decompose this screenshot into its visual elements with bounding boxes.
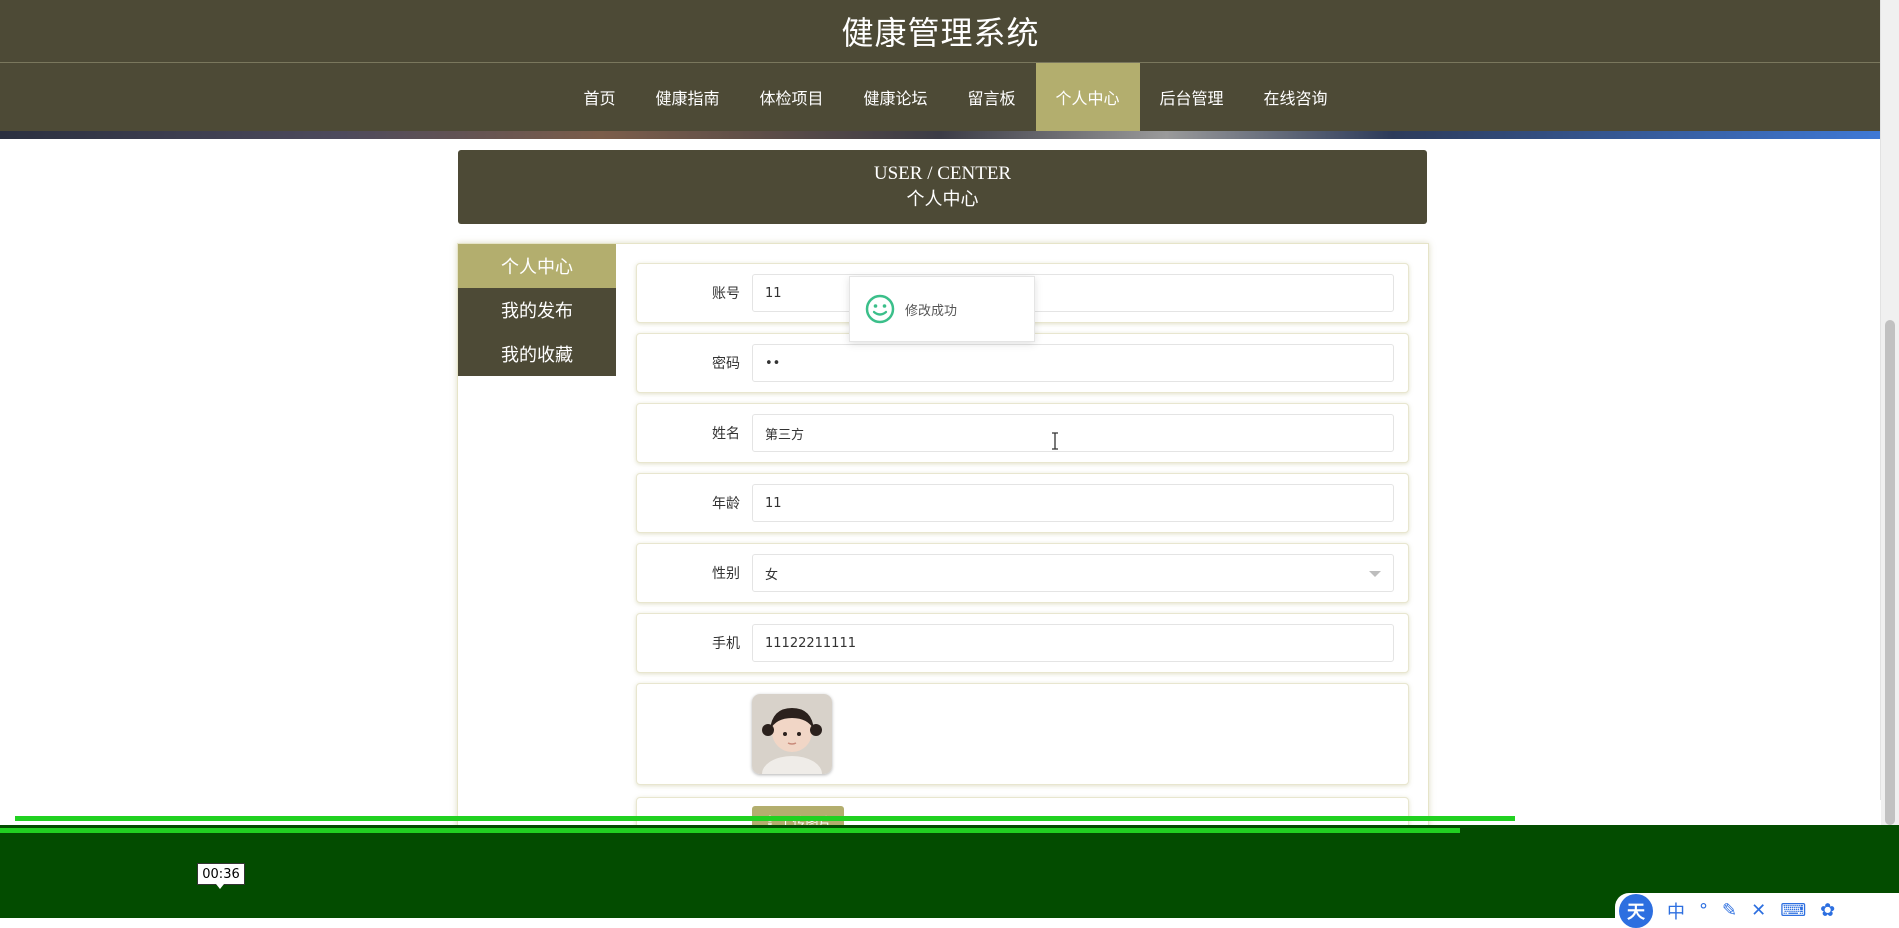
gender-label: 性别 — [712, 566, 740, 582]
chevron-down-icon — [1369, 571, 1381, 577]
ime-toolbar: 天 中 ° ✎ ✕ ⌨ ✿ — [1615, 893, 1899, 928]
banner-image — [0, 131, 1881, 139]
toast-message: 修改成功 — [905, 303, 958, 319]
ime-mode[interactable]: 中 — [1667, 898, 1685, 924]
nav-item-user-center[interactable]: 个人中心 — [1035, 63, 1140, 131]
nav-item-admin[interactable]: 后台管理 — [1140, 63, 1244, 131]
name-label: 姓名 — [712, 426, 740, 442]
time-pointer-icon — [216, 884, 224, 889]
site-title: 健康管理系统 — [841, 14, 1040, 52]
scrollbar-thumb[interactable] — [1885, 320, 1895, 825]
age-label: 年龄 — [712, 496, 740, 512]
section-header: USER / CENTER 个人中心 — [458, 150, 1427, 224]
ime-logo[interactable]: 天 — [1619, 893, 1653, 928]
side-item-my-posts[interactable]: 我的发布 — [458, 288, 616, 332]
nav-item-home[interactable]: 首页 — [563, 63, 635, 131]
recorder-progress-line — [15, 816, 1515, 821]
gender-select[interactable]: 女 — [752, 554, 1394, 592]
side-item-user-center[interactable]: 个人中心 — [458, 244, 616, 288]
side-item-my-favorites[interactable]: 我的收藏 — [458, 332, 616, 376]
page-scrollbar[interactable] — [1880, 0, 1899, 825]
name-field[interactable] — [752, 414, 1394, 452]
form-row-name: 姓名 — [636, 403, 1409, 463]
account-label: 账号 — [712, 286, 740, 302]
age-field[interactable] — [752, 484, 1394, 522]
nav-item-forum[interactable]: 健康论坛 — [843, 63, 947, 131]
nav-item-checkup[interactable]: 体检项目 — [739, 63, 843, 131]
form-row-phone: 手机 — [636, 613, 1409, 673]
form-row-age: 年龄 — [636, 473, 1409, 533]
overlay-blank — [1515, 800, 1881, 825]
form-row-gender: 性别 女 — [636, 543, 1409, 603]
phone-label: 手机 — [712, 636, 740, 652]
success-toast: 修改成功 — [849, 276, 1035, 342]
nav-item-health-guide[interactable]: 健康指南 — [635, 63, 739, 131]
password-field[interactable] — [752, 344, 1394, 382]
recorder-progress-line-secondary — [0, 828, 1460, 833]
form-row-avatar — [636, 683, 1409, 785]
main-nav: 首页 健康指南 体检项目 健康论坛 留言板 个人中心 后台管理 在线咨询 — [0, 63, 1881, 131]
password-label: 密码 — [712, 356, 740, 372]
phone-field[interactable] — [752, 624, 1394, 662]
nav-item-consult[interactable]: 在线咨询 — [1244, 63, 1348, 131]
side-menu: 个人中心 我的发布 我的收藏 — [458, 244, 616, 376]
gender-value: 女 — [765, 567, 779, 583]
nav-item-message-board[interactable]: 留言板 — [948, 63, 1036, 131]
text-cursor-icon — [1052, 432, 1058, 450]
form-row-password: 密码 — [636, 333, 1409, 393]
site-header: 健康管理系统 — [0, 0, 1881, 63]
smile-icon — [865, 294, 895, 324]
avatar[interactable] — [752, 694, 832, 774]
section-title-en: USER / CENTER — [873, 163, 1012, 184]
section-title-cn: 个人中心 — [906, 189, 979, 210]
recorder-time: 00:36 — [197, 863, 245, 885]
